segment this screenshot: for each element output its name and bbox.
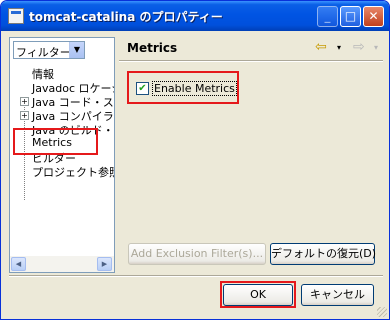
footer-divider: [9, 275, 383, 277]
enable-metrics-label[interactable]: Enable Metrics: [152, 81, 237, 96]
window-icon: [8, 8, 24, 24]
restore-defaults-button[interactable]: デフォルトの復元(D): [270, 243, 376, 265]
expand-icon[interactable]: +: [20, 111, 29, 120]
forward-dropdown-icon[interactable]: ▾: [374, 43, 378, 52]
enable-metrics-checkbox[interactable]: ✔: [136, 82, 149, 95]
tree-item-javadoc-location[interactable]: Javadoc ロケーション: [32, 80, 114, 95]
cancel-button[interactable]: キャンセル: [301, 284, 374, 306]
metrics-highlight-box: [13, 128, 98, 155]
title-bar[interactable]: tomcat-catalina のプロパティー _ □ ✕: [1, 1, 389, 31]
tree-item-info[interactable]: 情報: [32, 66, 54, 81]
properties-dialog: tomcat-catalina のプロパティー _ □ ✕ フィルター入力 ▼ …: [0, 0, 390, 320]
back-arrow-icon[interactable]: ⇦: [315, 39, 327, 55]
horizontal-scrollbar[interactable]: ◀ ▶: [10, 256, 114, 272]
scroll-left-icon[interactable]: ◀: [11, 257, 26, 271]
close-button[interactable]: ✕: [363, 6, 384, 27]
add-exclusion-filter-button[interactable]: Add Exclusion Filter(s)...: [128, 243, 266, 265]
property-tree: 情報 Javadoc ロケーション + Java コード・スタイル + Java…: [10, 66, 114, 252]
maximize-button[interactable]: □: [340, 6, 361, 27]
navigation-pane: フィルター入力 ▼ 情報 Javadoc ロケーション + Java コード・ス…: [9, 37, 115, 273]
minimize-button[interactable]: _: [317, 6, 338, 27]
back-dropdown-icon[interactable]: ▾: [337, 43, 341, 52]
filter-combo[interactable]: フィルター入力 ▼: [13, 41, 85, 59]
page-title: Metrics: [127, 41, 178, 55]
ok-button[interactable]: OK: [223, 284, 293, 306]
page-header: Metrics ⇦ ▾ ⇨ ▾: [119, 37, 383, 59]
scroll-right-icon[interactable]: ▶: [97, 257, 112, 271]
header-divider: [119, 60, 383, 62]
tree-item-project-references[interactable]: プロジェクト参照: [32, 164, 114, 179]
expand-icon[interactable]: +: [20, 97, 29, 106]
tree-item-java-compiler[interactable]: Java コンパイラー: [32, 108, 114, 123]
resize-grip-icon[interactable]: [377, 307, 387, 317]
tree-item-java-code-style[interactable]: Java コード・スタイル: [32, 94, 114, 109]
filter-text: フィルター入力: [16, 46, 71, 59]
forward-arrow-icon[interactable]: ⇨: [353, 39, 365, 55]
chevron-down-icon[interactable]: ▼: [69, 42, 84, 58]
window-title: tomcat-catalina のプロパティー: [29, 10, 223, 24]
